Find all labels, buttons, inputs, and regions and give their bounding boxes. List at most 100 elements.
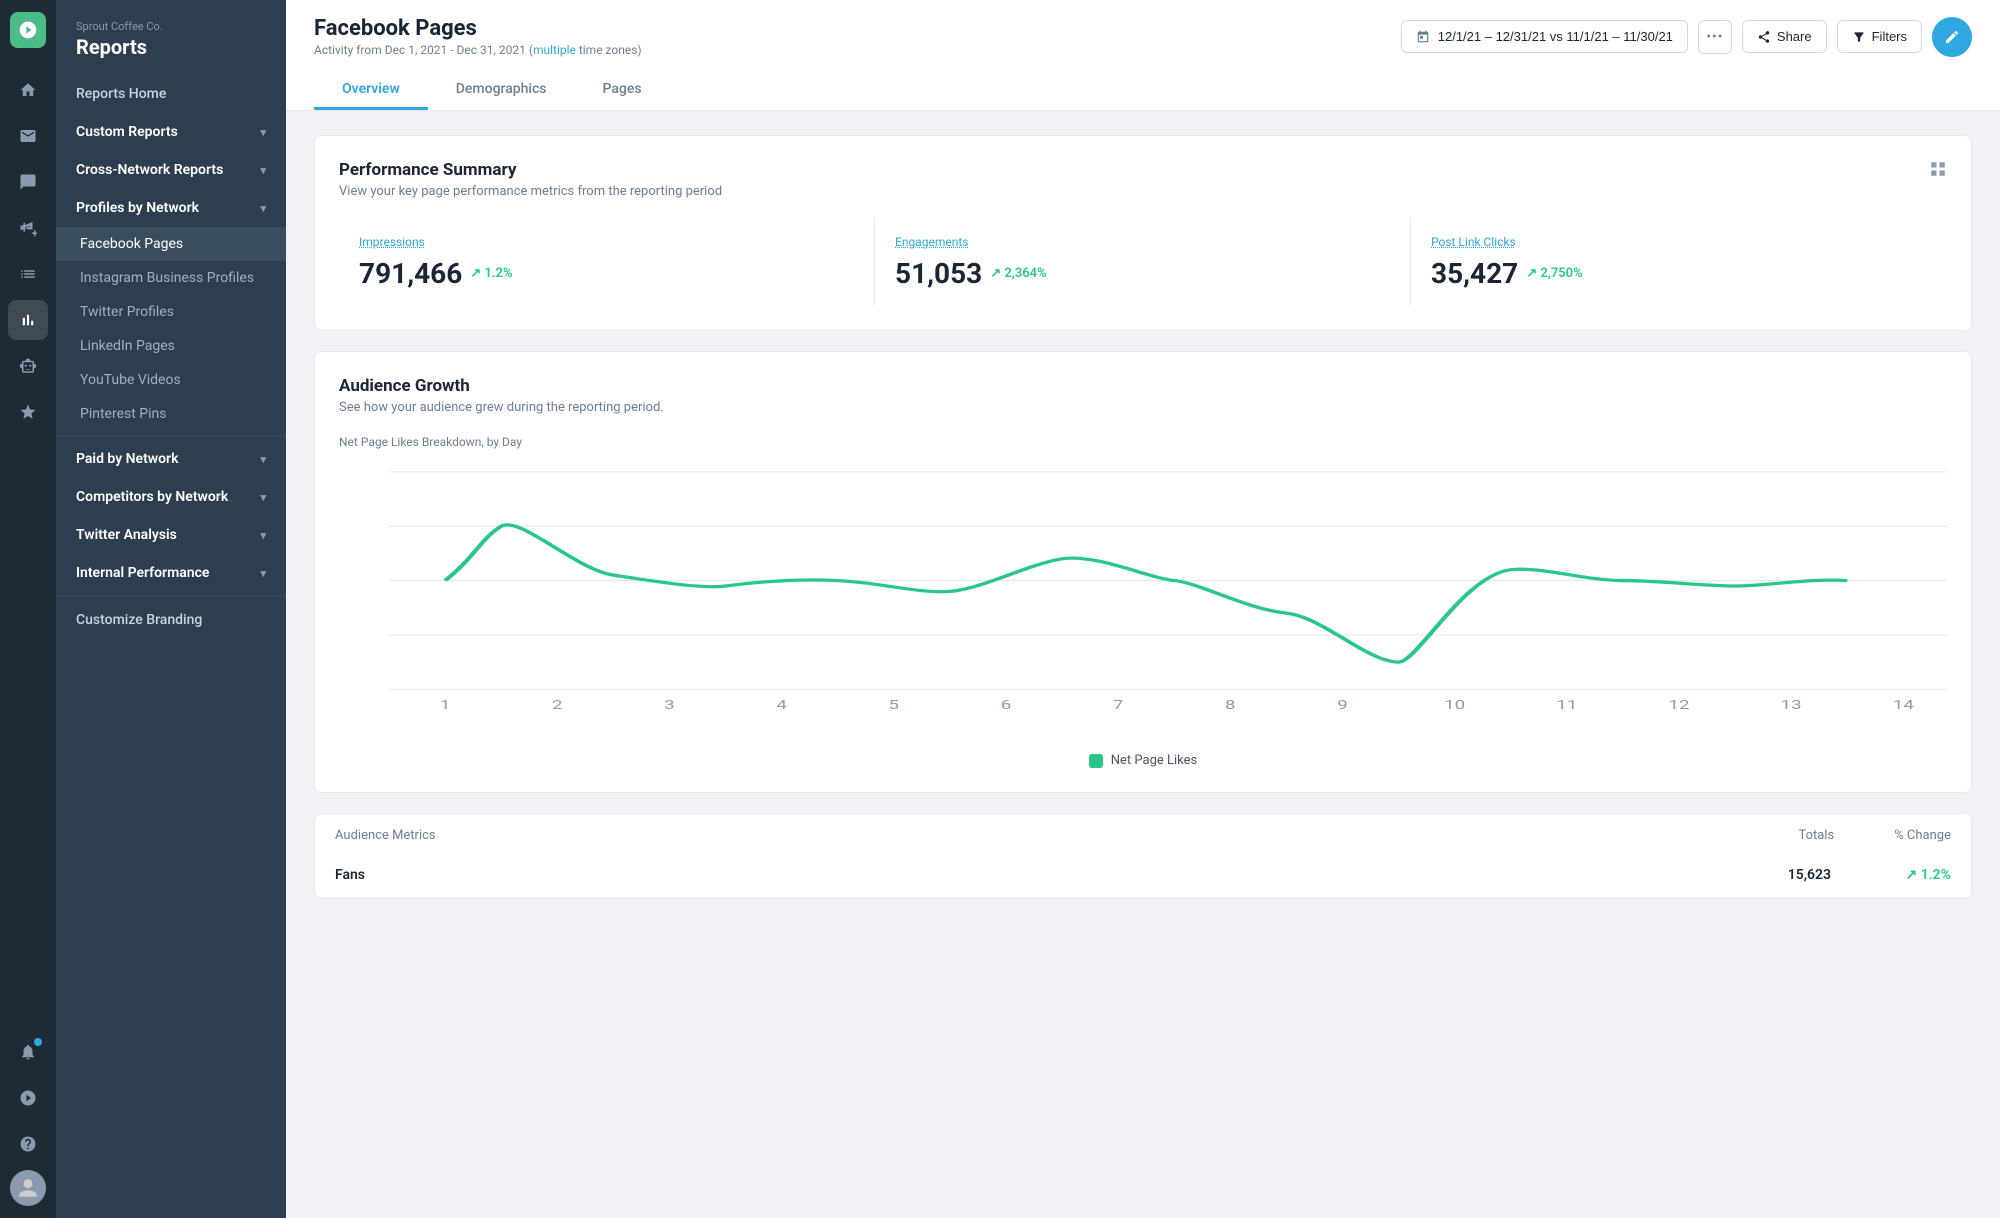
- competitors-label: Competitors by Network: [76, 489, 228, 505]
- engagements-label[interactable]: Engagements: [895, 235, 1390, 249]
- nav-reports-icon[interactable]: [8, 300, 48, 340]
- metric-post-link-clicks: Post Link Clicks 35,427 2,750%: [1411, 219, 1947, 306]
- content-area: Performance Summary View your key page p…: [286, 111, 2000, 1218]
- sidebar-item-twitter-profiles[interactable]: Twitter Profiles: [56, 295, 286, 329]
- impressions-change: 1.2%: [470, 266, 512, 281]
- card-title-group: Performance Summary View your key page p…: [339, 160, 722, 199]
- audience-metrics-table: Audience Metrics Totals % Change Fans 15…: [314, 813, 1972, 899]
- nav-publish-icon[interactable]: [8, 208, 48, 248]
- svg-text:8: 8: [1225, 697, 1236, 711]
- audience-title-group: Audience Growth See how your audience gr…: [339, 376, 664, 415]
- sidebar-item-custom-reports[interactable]: Custom Reports ▾: [56, 113, 286, 151]
- custom-reports-label: Custom Reports: [76, 124, 178, 140]
- sidebar-item-linkedin-pages[interactable]: LinkedIn Pages: [56, 329, 286, 363]
- nav-home-icon[interactable]: [8, 70, 48, 110]
- chart-label: Net Page Likes Breakdown, by Day: [339, 435, 1947, 449]
- sidebar-item-profiles-by-network[interactable]: Profiles by Network ▾: [56, 189, 286, 227]
- timezone-link[interactable]: multiple: [533, 43, 576, 57]
- nav-bot-icon[interactable]: [8, 346, 48, 386]
- page-subtitle: Activity from Dec 1, 2021 - Dec 31, 2021…: [314, 43, 642, 57]
- chart-container: 60 40 20 0 -20 1 Dec 2 3 4 5 6 7: [339, 461, 1947, 741]
- header-actions: 12/1/21 – 12/31/21 vs 11/1/21 – 11/30/21…: [1401, 17, 1972, 57]
- subtitle-suffix: time zones): [576, 43, 642, 57]
- page-title-group: Facebook Pages Activity from Dec 1, 2021…: [314, 16, 642, 57]
- post-link-clicks-value: 35,427 2,750%: [1431, 257, 1927, 290]
- main-content: Facebook Pages Activity from Dec 1, 2021…: [286, 0, 2000, 1218]
- sidebar-item-internal-performance[interactable]: Internal Performance ▾: [56, 554, 286, 592]
- youtube-label: YouTube Videos: [80, 372, 181, 388]
- compose-icon: [1944, 29, 1960, 45]
- sidebar-header: Sprout Coffee Co. Reports: [56, 0, 286, 75]
- app-logo[interactable]: [10, 12, 46, 48]
- performance-subtitle: View your key page performance metrics f…: [339, 184, 722, 199]
- filters-button[interactable]: Filters: [1837, 20, 1922, 53]
- tab-pages[interactable]: Pages: [575, 71, 670, 110]
- card-header: Performance Summary View your key page p…: [339, 160, 1947, 199]
- icon-rail: [0, 0, 56, 1218]
- sidebar-item-instagram-business[interactable]: Instagram Business Profiles: [56, 261, 286, 295]
- totals-header: Totals: [1798, 828, 1834, 843]
- customize-branding-label: Customize Branding: [76, 612, 202, 628]
- nav-notifications-icon[interactable]: [8, 1032, 48, 1072]
- tab-overview[interactable]: Overview: [314, 71, 428, 110]
- audience-metrics-title: Audience Metrics: [335, 828, 436, 843]
- share-icon: [1757, 30, 1771, 44]
- chart-line: [445, 525, 1847, 662]
- sidebar-item-reports-home[interactable]: Reports Home: [56, 75, 286, 113]
- user-avatar[interactable]: [10, 1170, 46, 1206]
- internal-chevron: ▾: [260, 567, 266, 580]
- audience-card-header: Audience Growth See how your audience gr…: [339, 376, 1947, 415]
- svg-text:11: 11: [1556, 697, 1577, 711]
- audience-growth-card: Audience Growth See how your audience gr…: [314, 351, 1972, 793]
- legend-dot: [1089, 754, 1103, 768]
- profiles-chevron: ▾: [260, 202, 266, 215]
- page-title: Facebook Pages: [314, 16, 642, 41]
- custom-reports-chevron: ▾: [260, 126, 266, 139]
- change-header: % Change: [1894, 828, 1951, 843]
- share-button[interactable]: Share: [1742, 20, 1827, 53]
- svg-text:10: 10: [1444, 697, 1465, 711]
- impressions-value: 791,466 1.2%: [359, 257, 854, 290]
- sidebar-item-cross-network[interactable]: Cross-Network Reports ▾: [56, 151, 286, 189]
- sidebar-title: Reports: [76, 35, 266, 59]
- share-label: Share: [1777, 29, 1812, 44]
- facebook-pages-label: Facebook Pages: [80, 236, 183, 252]
- nav-tasks-icon[interactable]: [8, 254, 48, 294]
- divider-1: [56, 435, 286, 436]
- post-link-clicks-label[interactable]: Post Link Clicks: [1431, 235, 1927, 249]
- main-header: Facebook Pages Activity from Dec 1, 2021…: [286, 0, 2000, 111]
- sidebar-item-customize-branding[interactable]: Customize Branding: [56, 601, 286, 639]
- svg-text:14: 14: [1893, 697, 1914, 711]
- sidebar-item-competitors[interactable]: Competitors by Network ▾: [56, 478, 286, 516]
- grid-icon[interactable]: [1929, 160, 1947, 182]
- linkedin-label: LinkedIn Pages: [80, 338, 175, 354]
- sidebar-nav: Reports Home Custom Reports ▾ Cross-Netw…: [56, 75, 286, 659]
- svg-text:1: 1: [440, 697, 451, 711]
- nav-inbox-icon[interactable]: [8, 116, 48, 156]
- pinterest-label: Pinterest Pins: [80, 406, 166, 422]
- nav-comments-icon[interactable]: [8, 162, 48, 202]
- date-range-picker[interactable]: 12/1/21 – 12/31/21 vs 11/1/21 – 11/30/21: [1401, 20, 1688, 53]
- chart-svg: 60 40 20 0 -20 1 Dec 2 3 4 5 6 7: [389, 461, 1947, 711]
- tab-demographics[interactable]: Demographics: [428, 71, 575, 110]
- compose-button[interactable]: [1932, 17, 1972, 57]
- sidebar-item-twitter-analysis[interactable]: Twitter Analysis ▾: [56, 516, 286, 554]
- svg-text:13: 13: [1781, 697, 1802, 711]
- svg-text:7: 7: [1113, 697, 1124, 711]
- sidebar-item-facebook-pages[interactable]: Facebook Pages: [56, 227, 286, 261]
- metric-impressions: Impressions 791,466 1.2%: [339, 219, 875, 306]
- nav-activity-icon[interactable]: [8, 1078, 48, 1118]
- svg-text:9: 9: [1337, 697, 1348, 711]
- nav-help-icon[interactable]: [8, 1124, 48, 1164]
- sidebar-item-youtube-videos[interactable]: YouTube Videos: [56, 363, 286, 397]
- fans-value: 15,623: [1711, 867, 1831, 883]
- engagements-change: 2,364%: [990, 266, 1046, 281]
- sidebar-item-pinterest-pins[interactable]: Pinterest Pins: [56, 397, 286, 431]
- more-options-button[interactable]: •••: [1698, 20, 1732, 54]
- sidebar-item-paid-by-network[interactable]: Paid by Network ▾: [56, 440, 286, 478]
- tabs: Overview Demographics Pages: [314, 71, 1972, 110]
- impressions-label[interactable]: Impressions: [359, 235, 854, 249]
- nav-star-icon[interactable]: [8, 392, 48, 432]
- post-link-clicks-change: 2,750%: [1526, 266, 1582, 281]
- date-range-text: 12/1/21 – 12/31/21 vs 11/1/21 – 11/30/21: [1438, 29, 1673, 44]
